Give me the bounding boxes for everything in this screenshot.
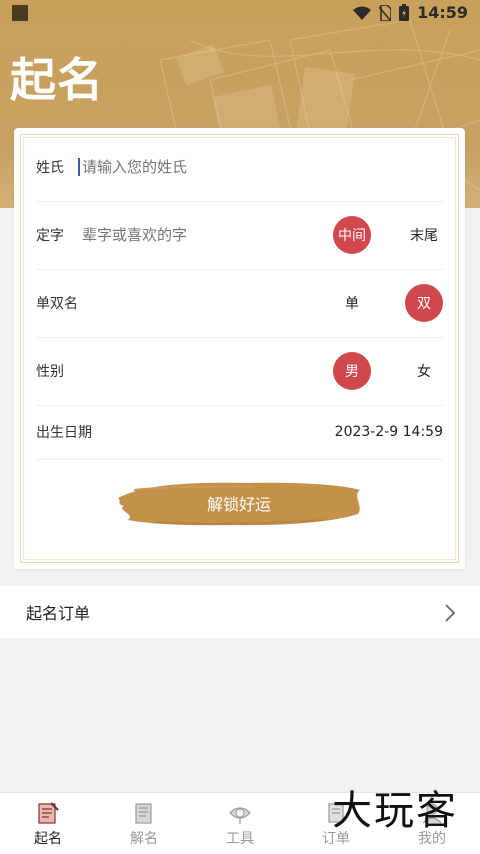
female-option[interactable]: 女 [405,352,443,390]
chevron-right-icon [445,604,456,622]
birth-date-value[interactable]: 2023-2-9 14:59 [335,424,443,440]
unlock-luck-button[interactable]: 解锁好运 [114,476,364,530]
compass-icon [227,801,253,825]
fixed-char-label: 定字 [36,228,64,244]
status-bar: 14:59 [0,0,480,26]
watermark-logo: 大玩客 [332,788,458,834]
tab-label: 工具 [226,831,254,847]
battery-icon [399,4,410,21]
naming-scroll-icon [35,801,61,825]
tab-label: 解名 [130,831,158,847]
wifi-icon [353,6,372,20]
name-length-label: 单双名 [36,296,78,312]
single-name-option[interactable]: 单 [333,284,371,322]
tab-name-analysis[interactable]: 解名 [96,793,192,854]
position-end-option[interactable]: 末尾 [405,216,443,254]
surname-row: 姓氏 [36,133,443,202]
male-option[interactable]: 男 [333,352,371,390]
naming-form-card: 姓氏 定字 中间 末尾 单双名 单 双 性别 男 女 出生日期 2023-2-9… [14,128,465,569]
naming-orders-row[interactable]: 起名订单 [0,586,480,638]
gender-label: 性别 [36,364,64,380]
gender-row: 性别 男 女 [36,337,443,406]
surname-input[interactable] [80,157,304,177]
status-time: 14:59 [417,3,468,22]
position-middle-option[interactable]: 中间 [333,216,371,254]
book-icon [131,801,157,825]
fixed-char-row: 定字 中间 末尾 [36,201,443,270]
tab-naming[interactable]: 起名 [0,793,96,854]
page-title: 起名 [10,53,104,107]
birth-row[interactable]: 出生日期 2023-2-9 14:59 [36,405,443,460]
no-sim-icon [379,4,392,21]
tab-label: 起名 [34,831,62,847]
notification-icon [12,5,28,21]
name-length-row: 单双名 单 双 [36,269,443,338]
naming-orders-label: 起名订单 [26,604,91,623]
tab-tools[interactable]: 工具 [192,793,288,854]
surname-label: 姓氏 [36,160,64,176]
double-name-option[interactable]: 双 [405,284,443,322]
unlock-luck-label: 解锁好运 [206,495,271,514]
fixed-char-input[interactable] [80,225,304,245]
birth-label: 出生日期 [36,425,92,441]
